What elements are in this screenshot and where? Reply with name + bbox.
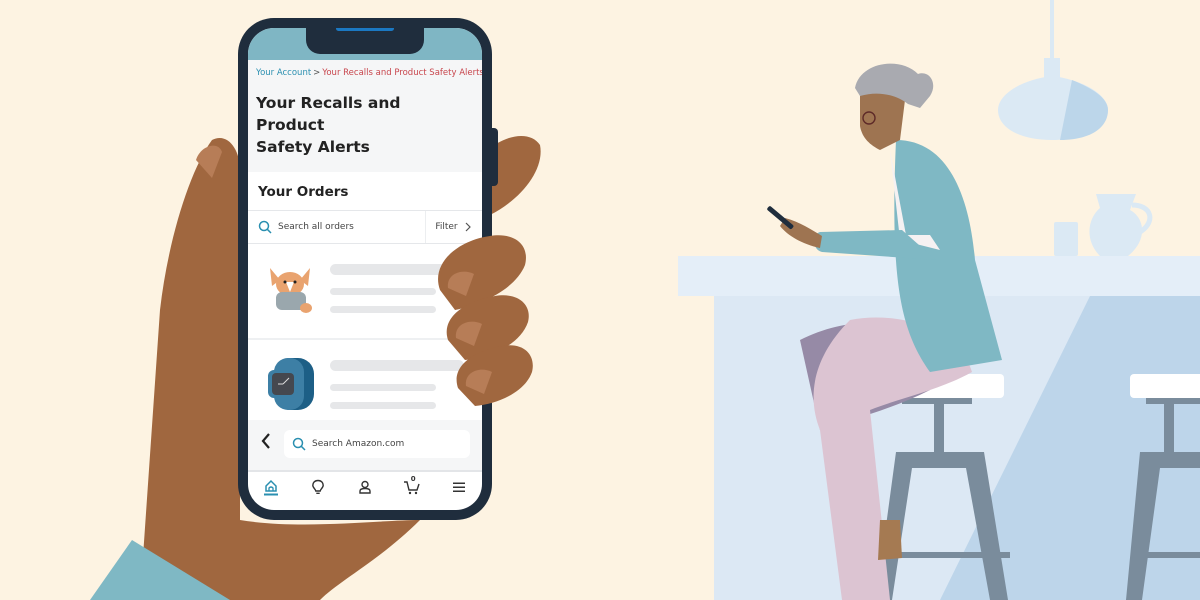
page-title: Your Recalls and Product Safety Alerts — [256, 92, 474, 158]
orders-search-input[interactable]: Search all orders — [248, 211, 426, 243]
placeholder-line — [330, 306, 436, 313]
nav-account[interactable] — [353, 475, 377, 499]
lightbulb-icon — [312, 479, 325, 495]
phone-screen: Your Account > Your Recalls and Product Sa… — [248, 28, 482, 510]
placeholder-line — [330, 384, 436, 391]
breadcrumb-separator: > — [313, 68, 321, 78]
orders-search-placeholder: Search all orders — [278, 222, 354, 232]
cart-count-badge: 0 — [410, 475, 416, 483]
hand-illustration — [90, 135, 541, 600]
placeholder-line — [330, 288, 436, 295]
person-icon — [359, 480, 371, 494]
page-title-line-1: Your Recalls and Product — [256, 94, 401, 134]
corgi-toy-image — [270, 268, 312, 313]
orders-search-row: Search all orders Filter — [248, 211, 482, 244]
bottom-navigation: 0 — [248, 472, 482, 510]
breadcrumb: Your Account > Your Recalls and Product Sa… — [256, 68, 482, 78]
status-bar — [248, 28, 482, 60]
placeholder-title — [330, 264, 464, 275]
back-button[interactable] — [260, 432, 272, 455]
smartphone: Your Account > Your Recalls and Product Sa… — [238, 18, 492, 520]
chevron-right-icon — [465, 222, 471, 232]
phone-side-button — [490, 128, 498, 186]
hamburger-menu-icon — [452, 482, 465, 492]
breadcrumb-current: Your Recalls and Product Safety Alerts — [322, 68, 482, 78]
home-icon — [264, 479, 279, 496]
filter-label: Filter — [435, 222, 458, 232]
smartwatch-image — [268, 358, 314, 410]
breadcrumb-your-account-link[interactable]: Your Account — [256, 68, 311, 78]
search-icon — [258, 220, 272, 234]
nav-home[interactable] — [259, 475, 283, 499]
filter-button[interactable]: Filter — [426, 222, 482, 232]
bottom-search-bar: Search Amazon.com — [248, 420, 482, 472]
placeholder-title — [330, 360, 464, 371]
chevron-left-icon — [261, 433, 270, 449]
nav-inspire[interactable] — [306, 475, 330, 499]
amazon-search-placeholder: Search Amazon.com — [312, 439, 405, 449]
phone-notch — [306, 28, 424, 54]
page-header: Your Account > Your Recalls and Product Sa… — [248, 60, 482, 172]
speaker-grille — [336, 28, 394, 31]
amazon-search-input[interactable]: Search Amazon.com — [284, 430, 470, 458]
search-icon — [292, 437, 306, 451]
page-title-line-2: Safety Alerts — [256, 138, 370, 156]
placeholder-line — [330, 402, 436, 409]
nav-menu[interactable] — [447, 475, 471, 499]
orders-heading: Your Orders — [248, 172, 482, 211]
order-item[interactable] — [248, 244, 482, 340]
nav-cart[interactable]: 0 — [400, 475, 424, 499]
